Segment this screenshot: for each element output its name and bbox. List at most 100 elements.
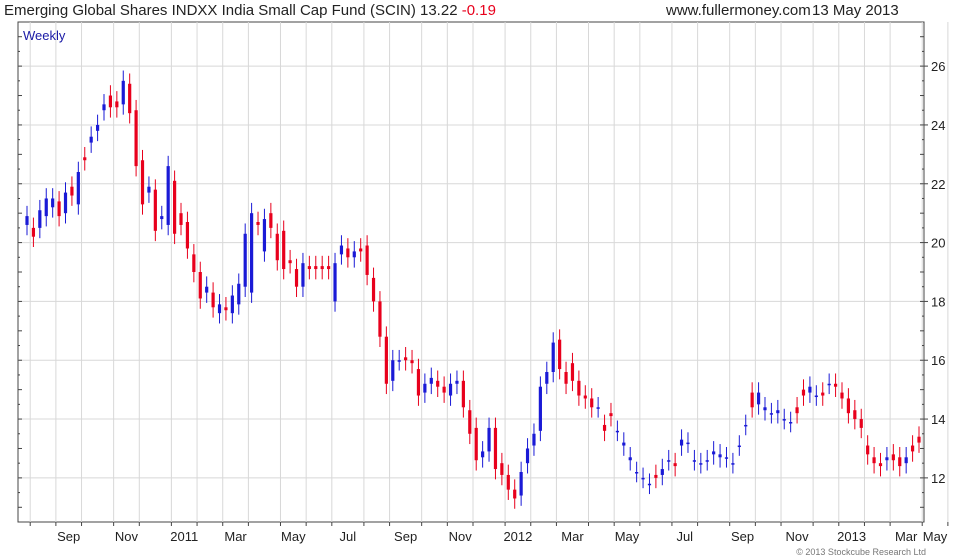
candle-body <box>705 460 709 462</box>
candle-body <box>686 442 690 445</box>
candle-body <box>641 477 645 480</box>
x-tick-label: May <box>923 529 948 544</box>
candle-body <box>859 419 863 428</box>
x-tick-label: Nov <box>115 529 139 544</box>
candle-body <box>57 201 61 217</box>
candle-body <box>840 392 844 399</box>
x-tick-label: Nov <box>786 529 810 544</box>
candle-body <box>243 233 247 287</box>
candle-body <box>506 474 510 490</box>
candle-body <box>224 307 228 311</box>
candle-body <box>737 445 741 448</box>
candle-body <box>237 283 241 305</box>
candle-body <box>95 124 100 131</box>
candle-body <box>153 189 157 231</box>
candle-body <box>769 413 774 415</box>
x-tick-label: May <box>615 529 640 544</box>
candle-body <box>910 445 915 452</box>
candle-body <box>846 398 851 414</box>
price-chart: 12 14 16 18 20 22 24 26 Sep Nov 2011 Mar May Jul Sep N… <box>17 21 949 557</box>
candle-body <box>256 222 260 225</box>
candle-body <box>442 386 446 393</box>
x-tick-label: Mar <box>561 529 584 544</box>
candle-body <box>628 457 632 461</box>
x-tick-label: Mar <box>224 529 247 544</box>
candle-body <box>217 304 222 314</box>
minor-ticks <box>18 36 924 508</box>
candle-body <box>622 442 626 446</box>
candle-body <box>577 380 581 396</box>
candle-body <box>615 430 619 433</box>
candle-body <box>763 407 767 411</box>
candle-body <box>346 248 350 258</box>
candle-body <box>301 263 305 287</box>
candle-body <box>801 389 806 396</box>
candle-body <box>333 263 337 302</box>
x-tick-label: Sep <box>57 529 80 544</box>
candle-body <box>269 213 273 228</box>
y-tick-label: 14 <box>931 412 945 427</box>
candle-body <box>339 245 344 255</box>
x-tick-label: Sep <box>394 529 417 544</box>
candle-body <box>545 372 549 384</box>
candle-body <box>724 457 729 459</box>
candle-body <box>70 186 74 196</box>
candle-body <box>352 251 356 258</box>
candle-body <box>288 260 292 264</box>
candle-body <box>519 472 523 496</box>
x-tick-label: Jul <box>340 529 357 544</box>
candle-body <box>63 192 68 214</box>
candle-body <box>532 433 536 446</box>
candle-body <box>782 419 786 421</box>
candle-body <box>250 213 254 293</box>
x-tick-label: Sep <box>731 529 754 544</box>
candle-body <box>436 380 440 387</box>
candle-body <box>583 395 587 399</box>
candle-body <box>827 383 831 386</box>
candle-body <box>83 157 87 161</box>
candle-body <box>378 301 382 337</box>
x-tick-label: 2013 <box>837 529 866 544</box>
candle-body <box>673 463 677 467</box>
candle-body <box>647 483 652 486</box>
candle-body <box>853 410 857 420</box>
candle-body <box>38 210 42 228</box>
x-axis-ticks: Sep Nov 2011 Mar May Jul Sep Nov 2012 Mar May Jul Se… <box>29 522 949 544</box>
candle-body <box>712 451 716 455</box>
candle-body <box>423 383 427 393</box>
candle-body <box>461 380 465 408</box>
candle-body <box>731 463 735 465</box>
candle-body <box>718 454 722 458</box>
candle-body <box>821 392 825 396</box>
candle-body <box>808 386 812 393</box>
candle-body <box>404 357 408 361</box>
candle-body <box>814 395 818 398</box>
candle-body <box>76 172 80 205</box>
candle-body <box>275 233 279 261</box>
candle-body <box>115 101 119 108</box>
candle-body <box>121 80 125 105</box>
candle-body <box>192 254 196 272</box>
candle-body <box>917 436 921 443</box>
candle-body <box>31 227 36 237</box>
y-tick-label: 12 <box>931 471 945 486</box>
candle-body <box>468 410 472 434</box>
candle-body <box>891 454 895 461</box>
candle-body <box>525 448 530 464</box>
candle-body <box>211 292 215 308</box>
candle-body <box>679 439 684 446</box>
candle-body <box>590 398 594 408</box>
candle-body <box>789 422 793 424</box>
candle-body <box>776 410 780 414</box>
candle-body <box>744 424 748 427</box>
candle-body <box>307 266 311 270</box>
candle-body <box>51 198 55 208</box>
candle-body <box>147 186 151 193</box>
candle-body <box>198 272 202 299</box>
candle-body <box>314 266 318 270</box>
candle-body <box>429 377 433 384</box>
candle-body <box>795 407 799 414</box>
x-tick-label: Jul <box>676 529 693 544</box>
candle-body <box>397 360 401 362</box>
candle-body <box>667 460 671 462</box>
